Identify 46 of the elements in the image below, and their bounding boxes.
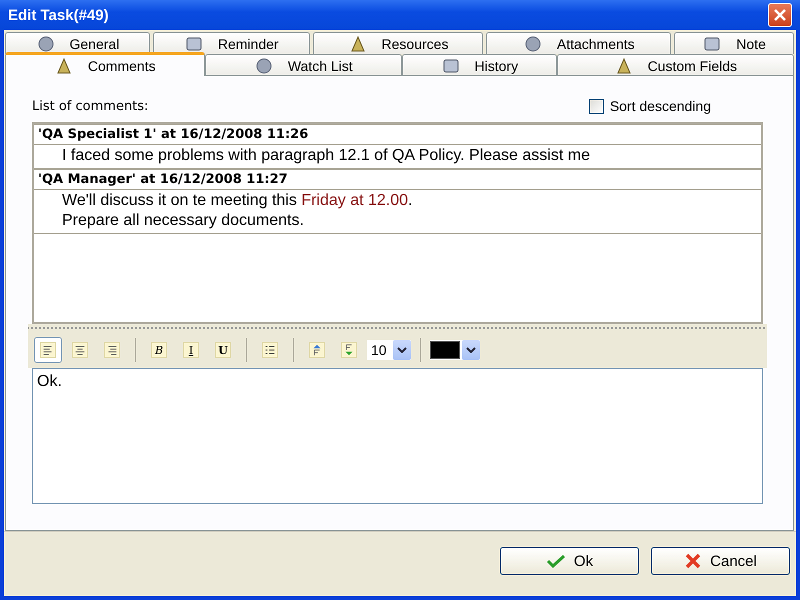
comment-header: 'QA Specialist 1' at 16/12/2008 11:26 — [34, 124, 761, 145]
close-icon — [773, 8, 787, 22]
tab-icon — [440, 56, 461, 74]
tab[interactable]: Comments — [5, 52, 204, 76]
cancel-button[interactable]: Cancel — [651, 547, 790, 575]
arrow-up-icon — [309, 342, 325, 358]
tab[interactable]: Reminder — [152, 32, 310, 54]
tab-icon — [36, 34, 56, 52]
tab[interactable]: Attachments — [486, 32, 672, 54]
comment-header: 'QA Manager' at 16/12/2008 11:27 — [34, 169, 761, 190]
tab-icon — [522, 34, 543, 52]
comments-label: List of comments: — [32, 99, 148, 114]
arrow-down-icon — [341, 342, 357, 358]
check-icon — [546, 554, 566, 568]
comment-text: I faced some problems with paragraph 12.1 of QA Policy. Please assist me — [62, 146, 591, 166]
checkbox[interactable] — [588, 98, 604, 114]
tab[interactable]: Watch List — [204, 54, 402, 76]
color-dropdown[interactable] — [430, 340, 480, 360]
comment-input-field[interactable]: Ok. — [32, 368, 763, 504]
tab-icon — [184, 34, 204, 52]
comment-text: Prepare all necessary documents. — [62, 211, 305, 231]
sort-descending-checkbox[interactable]: Sort descending — [588, 98, 711, 114]
tab[interactable]: General — [5, 32, 150, 54]
window-title: Edit Task(#49) — [8, 6, 109, 24]
tab[interactable]: Custom Fields — [556, 54, 794, 76]
format-button[interactable]: U — [209, 337, 237, 363]
tab[interactable]: Resources — [312, 32, 484, 54]
tab-icon — [254, 56, 274, 74]
caret-icon — [396, 347, 407, 353]
close-button[interactable] — [768, 3, 792, 27]
tab-icon — [702, 34, 722, 52]
caret-icon — [466, 347, 476, 353]
bullet-list-icon — [262, 342, 278, 358]
close-icon — [684, 553, 702, 569]
align-center-icon — [72, 342, 88, 358]
tab[interactable]: History — [402, 54, 557, 76]
align-left-button[interactable] — [34, 337, 62, 363]
align-left-icon — [40, 342, 56, 358]
splitter-handle[interactable] — [28, 324, 767, 332]
comment-text: We'll discuss it on te meeting this Friday at 12.00. — [62, 191, 414, 211]
format-button[interactable]: B — [145, 337, 173, 363]
tab[interactable]: Note — [674, 32, 794, 54]
ok-button[interactable]: Ok — [500, 547, 639, 575]
align-right-icon — [104, 342, 120, 358]
font-size-dropdown[interactable]: 10 — [367, 340, 411, 360]
format-button[interactable]: I — [177, 337, 205, 363]
